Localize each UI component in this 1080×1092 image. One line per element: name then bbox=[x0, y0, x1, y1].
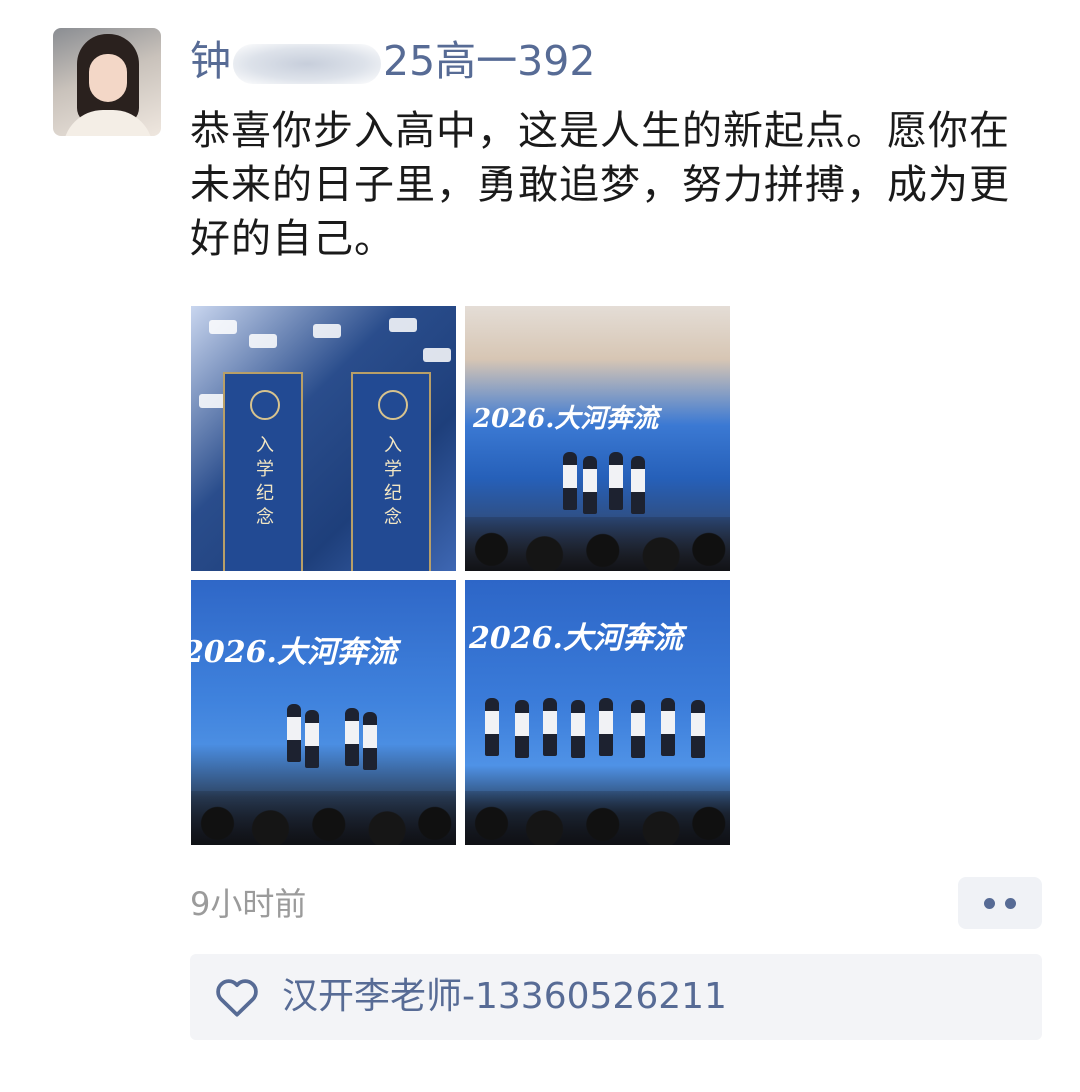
school-seal-icon bbox=[250, 390, 280, 420]
student-figure bbox=[691, 700, 705, 758]
avatar-shoulders bbox=[63, 110, 153, 136]
avatar-face bbox=[89, 54, 127, 102]
more-dot bbox=[1005, 897, 1016, 909]
commemorative-box-left: 入学纪念 bbox=[223, 372, 303, 571]
student-figure bbox=[543, 698, 557, 756]
audience-silhouettes bbox=[465, 517, 730, 571]
stage-screen-title: 2026.大河奔流 bbox=[473, 404, 659, 434]
post-timestamp: 9小时前 bbox=[190, 885, 307, 923]
audience-silhouettes bbox=[465, 791, 730, 845]
photo-stage-bow[interactable]: 2026.大河奔流 bbox=[191, 580, 456, 845]
student-figure bbox=[363, 712, 377, 770]
photo-grid: 入学纪念 入学纪念 2026.大河奔流 2026.大河奔流 2026.大河奔流 bbox=[191, 306, 732, 846]
stage-screen-title: 2026.大河奔流 bbox=[191, 635, 397, 670]
heart-outline-icon bbox=[216, 979, 258, 1017]
student-figure bbox=[631, 456, 645, 514]
light-spot bbox=[249, 334, 277, 348]
photo-admission-boxes[interactable]: 入学纪念 入学纪念 bbox=[191, 306, 456, 571]
box-label-left: 入学纪念 bbox=[256, 435, 274, 528]
student-figure bbox=[583, 456, 597, 514]
post-text: 恭喜你步入高中，这是人生的新起点。愿你在未来的日子里，勇敢追梦，努力拼搏，成为更… bbox=[190, 108, 1010, 262]
student-figure bbox=[563, 452, 577, 510]
student-figure bbox=[305, 710, 319, 768]
photo-stage-wide[interactable]: 2026.大河奔流 bbox=[465, 306, 730, 571]
liker-name[interactable]: 汉开李老师-13360526211 bbox=[282, 974, 727, 1020]
student-figure bbox=[599, 698, 613, 756]
student-figure bbox=[287, 704, 301, 762]
photo-stage-lineup[interactable]: 2026.大河奔流 bbox=[465, 580, 730, 845]
student-figure bbox=[631, 700, 645, 758]
student-figure bbox=[485, 698, 499, 756]
more-dots-icon[interactable] bbox=[958, 877, 1042, 929]
audience-silhouettes bbox=[191, 791, 456, 845]
username-suffix: 25高一392 bbox=[383, 37, 596, 85]
username-redaction bbox=[233, 44, 381, 84]
commemorative-box-right: 入学纪念 bbox=[351, 372, 431, 571]
user-avatar[interactable] bbox=[53, 28, 161, 136]
student-figure bbox=[571, 700, 585, 758]
student-figure bbox=[661, 698, 675, 756]
student-figure bbox=[515, 700, 529, 758]
likes-panel: 汉开李老师-13360526211 bbox=[190, 954, 1042, 1040]
student-figure bbox=[345, 708, 359, 766]
student-figure bbox=[609, 452, 623, 510]
post-username[interactable]: 钟 25高一392 bbox=[190, 34, 595, 88]
light-spot bbox=[389, 318, 417, 332]
light-spot bbox=[423, 348, 451, 362]
username-prefix: 钟 bbox=[190, 37, 231, 85]
box-label-right: 入学纪念 bbox=[384, 435, 402, 528]
light-spot bbox=[209, 320, 237, 334]
light-spot bbox=[313, 324, 341, 338]
more-dot bbox=[984, 897, 995, 909]
stage-screen-title: 2026.大河奔流 bbox=[469, 621, 683, 656]
school-seal-icon bbox=[378, 390, 408, 420]
